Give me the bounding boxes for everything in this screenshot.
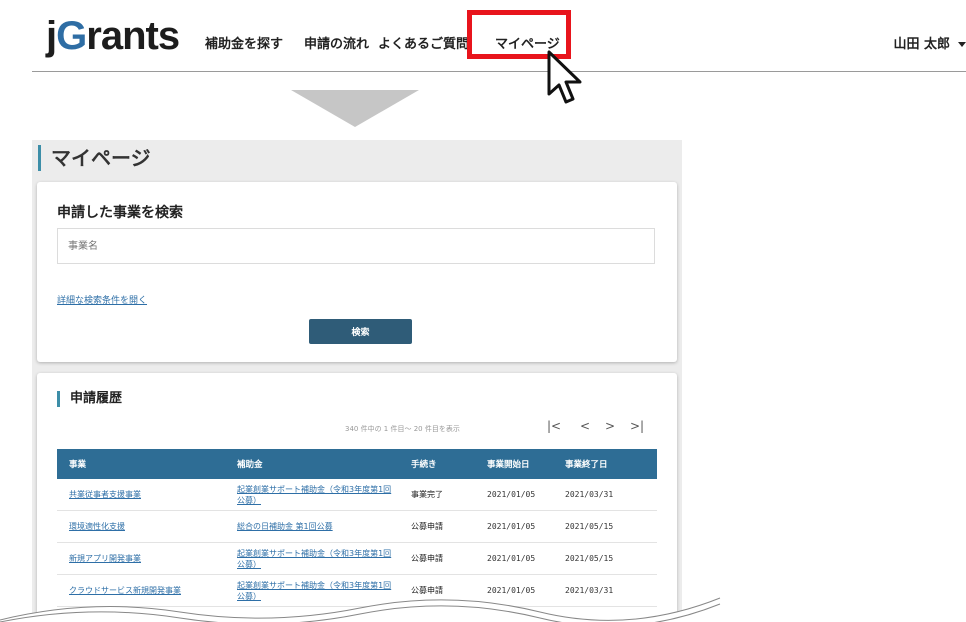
- project-link[interactable]: 共業従事者支援事業: [57, 479, 225, 511]
- nav-divider: [32, 71, 966, 72]
- application-history-card: 申請履歴 340 件中の 1 件目～ 20 件目を表示 |< < > >| 事業…: [37, 373, 677, 615]
- table-row: 新規アプリ開発事業 起業創業サポート補助金（令和3年度第1回公募） 公募申請 2…: [57, 542, 657, 575]
- nav-item-application-flow[interactable]: 申請の流れ: [304, 33, 369, 52]
- end-date: 2021/05/15: [559, 510, 657, 543]
- advanced-search-link[interactable]: 詳細な検索条件を開く: [57, 293, 147, 306]
- pager-summary: 340 件中の 1 件目～ 20 件目を表示: [345, 425, 460, 433]
- nav-item-faq[interactable]: よくあるご質問: [378, 33, 469, 52]
- subsidy-link[interactable]: 起業創業サポート補助金（令和3年度第1回公募）: [225, 542, 399, 575]
- down-arrow-icon: [291, 90, 419, 127]
- procedure-status: 公募申請: [399, 510, 481, 543]
- mouse-cursor-icon: [547, 50, 582, 104]
- project-link[interactable]: 環境適性化支援: [57, 510, 225, 543]
- search-button[interactable]: 検索: [309, 319, 412, 344]
- history-table: 事業 補助金 手続き 事業開始日 事業終了日 共業従事者支援事業 起業創業サポー…: [57, 449, 657, 607]
- start-date: 2021/01/05: [481, 510, 559, 543]
- column-header-procedure: 手続き: [399, 449, 481, 479]
- history-title: 申請履歴: [57, 391, 122, 407]
- project-name-input[interactable]: [57, 228, 655, 264]
- search-card: 申請した事業を検索 詳細な検索条件を開く 検索: [37, 182, 677, 362]
- wavy-cutoff-edge: [0, 594, 740, 622]
- user-name: 山田 太郎: [893, 37, 950, 52]
- search-card-title: 申請した事業を検索: [57, 205, 183, 221]
- procedure-status: 事業完了: [399, 479, 481, 511]
- column-header-project: 事業: [57, 449, 225, 479]
- column-header-subsidy: 補助金: [225, 449, 399, 479]
- first-page-button[interactable]: |<: [547, 419, 561, 433]
- start-date: 2021/01/05: [481, 542, 559, 575]
- subsidy-link[interactable]: 総合の日補助金 第1回公募: [225, 510, 399, 543]
- last-page-button[interactable]: >|: [630, 419, 644, 433]
- project-link[interactable]: 新規アプリ開発事業: [57, 542, 225, 575]
- user-menu[interactable]: 山田 太郎: [893, 33, 966, 52]
- table-header-row: 事業 補助金 手続き 事業開始日 事業終了日: [57, 449, 657, 479]
- chevron-down-icon: [958, 42, 966, 47]
- procedure-status: 公募申請: [399, 542, 481, 575]
- prev-page-button[interactable]: <: [580, 419, 590, 433]
- start-date: 2021/01/05: [481, 479, 559, 511]
- next-page-button[interactable]: >: [605, 419, 615, 433]
- end-date: 2021/03/31: [559, 479, 657, 511]
- table-row: 環境適性化支援 総合の日補助金 第1回公募 公募申請 2021/01/05 20…: [57, 510, 657, 543]
- mypage-panel: マイページ 申請した事業を検索 詳細な検索条件を開く 検索 申請履歴 340 件…: [32, 140, 682, 615]
- column-header-end-date: 事業終了日: [559, 449, 657, 479]
- end-date: 2021/05/15: [559, 542, 657, 575]
- jgrants-logo[interactable]: jGrants: [46, 14, 180, 58]
- table-row: 共業従事者支援事業 起業創業サポート補助金（令和3年度第1回公募） 事業完了 2…: [57, 479, 657, 511]
- page-title: マイページ: [38, 145, 151, 171]
- nav-item-search-subsidy[interactable]: 補助金を探す: [205, 33, 283, 52]
- subsidy-link[interactable]: 起業創業サポート補助金（令和3年度第1回公募）: [225, 479, 399, 511]
- column-header-start-date: 事業開始日: [481, 449, 559, 479]
